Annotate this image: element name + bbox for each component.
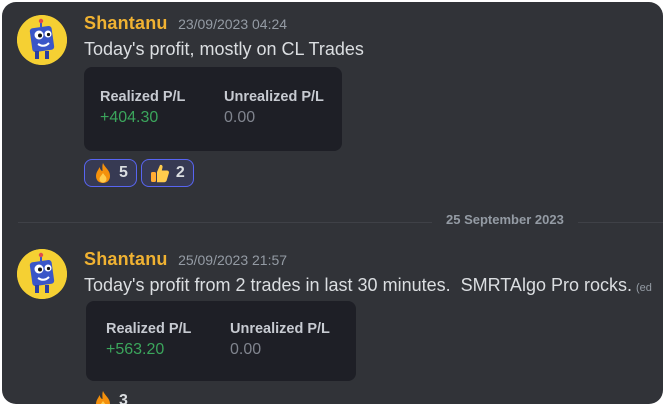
message-text: Today's profit, mostly on CL Trades xyxy=(84,39,364,60)
fire-icon xyxy=(92,162,114,184)
realized-pnl-field: Realized P/L +563.20 xyxy=(106,321,191,359)
unrealized-pnl-label: Unrealized P/L xyxy=(230,321,330,337)
realized-pnl-value: +404.30 xyxy=(100,109,159,126)
timestamp: 23/09/2023 04:24 xyxy=(178,16,288,32)
avatar[interactable] xyxy=(17,249,67,299)
message-header: Shantanu 25/09/2023 21:57 xyxy=(84,249,287,273)
reactions-bar: 3 xyxy=(84,387,141,404)
message-text: Today's profit from 2 trades in last 30 … xyxy=(84,275,652,296)
realized-pnl-label: Realized P/L xyxy=(106,321,192,337)
unrealized-pnl-value: 0.00 xyxy=(230,341,262,358)
date-divider-label: 25 September 2023 xyxy=(432,212,578,227)
pnl-embed: Realized P/L +404.30 Unrealized P/L 0.00 xyxy=(84,67,342,151)
realized-pnl-value: +563.20 xyxy=(106,341,165,358)
chat-panel: Shantanu 23/09/2023 04:24 Today's profit… xyxy=(2,2,663,404)
username[interactable]: Shantanu xyxy=(84,13,168,33)
reaction-count: 5 xyxy=(119,164,128,181)
edited-marker: (ed xyxy=(635,282,652,294)
realized-pnl-field: Realized P/L +404.30 xyxy=(100,89,185,127)
reaction-count: 2 xyxy=(175,164,185,181)
pnl-embed: Realized P/L +563.20 Unrealized P/L 0.00 xyxy=(86,301,356,381)
message-header: Shantanu 23/09/2023 04:24 xyxy=(84,13,287,37)
message-body: Today's profit, mostly on CL Trades xyxy=(84,39,364,59)
unrealized-pnl-value: 0.00 xyxy=(224,109,256,126)
username[interactable]: Shantanu xyxy=(84,249,168,269)
realized-pnl-label: Realized P/L xyxy=(100,89,186,105)
message-body: Today's profit from 2 trades in last 30 … xyxy=(84,275,632,295)
fire-icon xyxy=(92,390,114,404)
reaction-fire[interactable]: 3 xyxy=(84,387,137,404)
thumbs-up-icon xyxy=(149,162,171,184)
avatar[interactable] xyxy=(17,15,67,65)
unrealized-pnl-field: Unrealized P/L 0.00 xyxy=(224,89,324,127)
robot-mascot-icon xyxy=(17,249,67,299)
reaction-fire[interactable]: 5 xyxy=(84,159,137,187)
robot-mascot-icon xyxy=(17,15,67,65)
reaction-count: 3 xyxy=(119,392,128,404)
unrealized-pnl-field: Unrealized P/L 0.00 xyxy=(230,321,330,359)
unrealized-pnl-label: Unrealized P/L xyxy=(224,89,324,105)
timestamp: 25/09/2023 21:57 xyxy=(178,252,288,268)
reactions-bar: 5 2 xyxy=(84,159,198,189)
reaction-thumbs-up[interactable]: 2 xyxy=(140,159,194,187)
